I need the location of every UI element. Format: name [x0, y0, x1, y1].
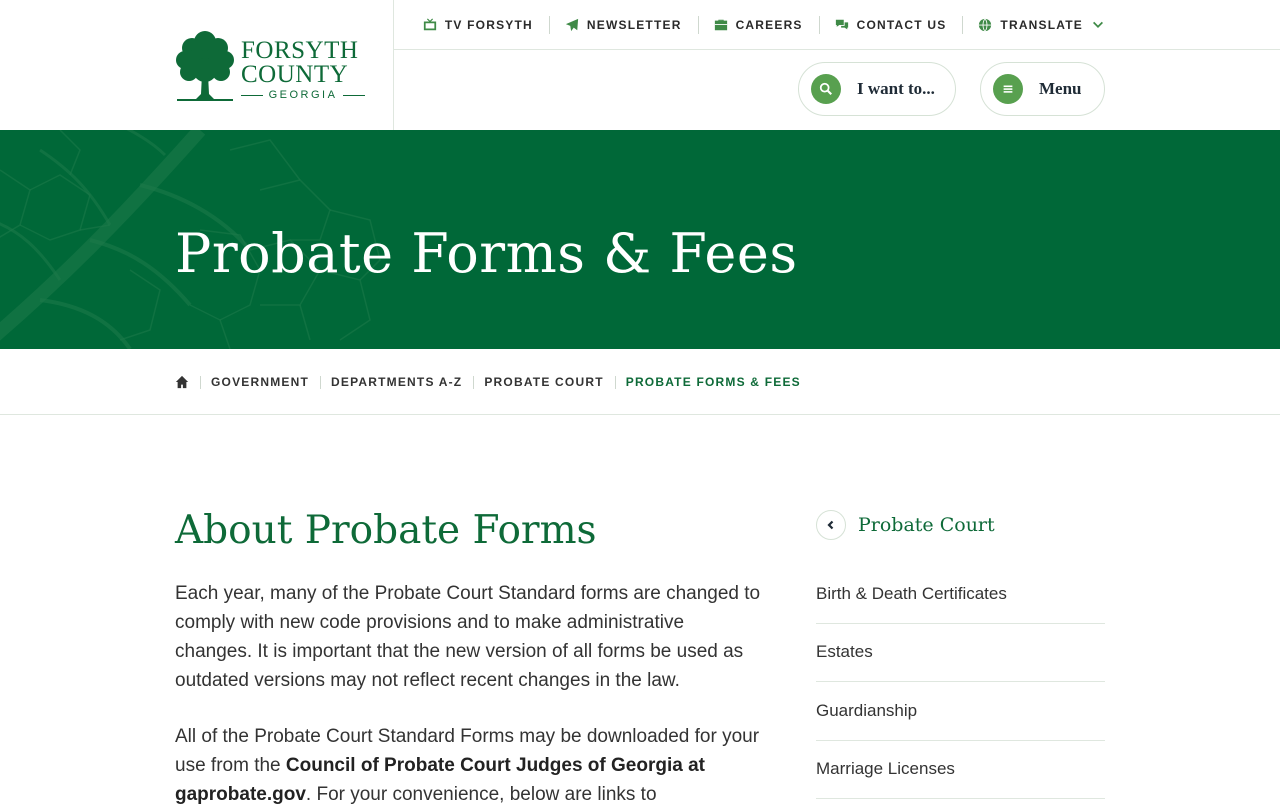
briefcase-icon: [714, 18, 728, 32]
utility-label: TRANSLATE: [1000, 18, 1083, 32]
logo-text-county: COUNTY: [241, 61, 349, 88]
hero-banner: Probate Forms & Fees: [0, 130, 1280, 349]
utility-label: TV FORSYTH: [444, 18, 533, 32]
back-button[interactable]: [816, 510, 846, 540]
home-icon: [175, 375, 189, 389]
page-title: Probate Forms & Fees: [175, 222, 798, 285]
globe-icon: [978, 18, 992, 32]
sidebar-title[interactable]: Probate Court: [858, 514, 995, 536]
breadcrumb-departments[interactable]: DEPARTMENTS A-Z: [320, 375, 473, 389]
sidebar-item-guardianship[interactable]: Guardianship: [816, 682, 1105, 741]
sidebar-item-birth-death-certificates[interactable]: Birth & Death Certificates: [816, 565, 1105, 624]
menu-label: Menu: [1039, 79, 1082, 98]
sidebar-item-estates[interactable]: Estates: [816, 624, 1105, 682]
utility-link-careers[interactable]: CAREERS: [697, 16, 819, 34]
sidebar-nav: Birth & Death Certificates Estates Guard…: [816, 565, 1105, 799]
menu-button[interactable]: Menu: [980, 62, 1105, 116]
hamburger-icon: [993, 74, 1023, 104]
utility-bar: TV FORSYTH NEWSLETTER CAREERS CONTACT US: [394, 0, 1280, 50]
logo-text-forsyth: FORSYTH: [241, 37, 359, 64]
section-heading: About Probate Forms: [175, 508, 597, 553]
chevron-left-icon: [827, 520, 834, 530]
sidebar-header: Probate Court: [816, 510, 995, 540]
chat-bubbles-icon: [835, 18, 849, 32]
utility-nav: TV FORSYTH NEWSLETTER CAREERS CONTACT US: [407, 0, 1105, 50]
utility-link-newsletter[interactable]: NEWSLETTER: [548, 16, 698, 34]
utility-label: CONTACT US: [856, 18, 947, 32]
utility-link-tv-forsyth[interactable]: TV FORSYTH: [407, 16, 549, 34]
sidebar-item-marriage-licenses[interactable]: Marriage Licenses: [816, 741, 1105, 799]
logo-area: FORSYTH COUNTY GEORGIA: [175, 0, 394, 130]
forsyth-county-logo[interactable]: FORSYTH COUNTY GEORGIA: [175, 28, 365, 102]
breadcrumb-list: GOVERNMENT DEPARTMENTS A-Z PROBATE COURT…: [175, 375, 812, 389]
breadcrumb: GOVERNMENT DEPARTMENTS A-Z PROBATE COURT…: [0, 349, 1280, 415]
paragraph-text: . For your convenience, below are links …: [305, 784, 657, 805]
logo-georgia-label: GEORGIA: [268, 89, 338, 101]
breadcrumb-current: PROBATE FORMS & FEES: [614, 375, 812, 389]
breadcrumb-probate-court[interactable]: PROBATE COURT: [473, 375, 614, 389]
i-want-to-label: I want to...: [857, 79, 935, 98]
intro-paragraph: Each year, many of the Probate Court Sta…: [175, 583, 761, 691]
logo-text-georgia: GEORGIA: [241, 89, 365, 101]
forms-paragraph: All of the Probate Court Standard Forms …: [175, 722, 765, 809]
logo-wordmark: FORSYTH COUNTY GEORGIA: [241, 38, 365, 101]
utility-translate-dropdown[interactable]: TRANSLATE: [962, 16, 1105, 34]
tree-logo-icon: [176, 31, 234, 101]
utility-label: CAREERS: [735, 18, 803, 32]
i-want-to-button[interactable]: I want to...: [798, 62, 956, 116]
site-header: FORSYTH COUNTY GEORGIA TV FORSYTH NEWSLE…: [0, 0, 1280, 130]
chevron-down-icon: [1091, 18, 1105, 32]
utility-label: NEWSLETTER: [586, 18, 682, 32]
breadcrumb-home[interactable]: [175, 375, 200, 389]
tv-icon: [423, 18, 437, 32]
paper-plane-icon: [565, 18, 579, 32]
breadcrumb-government[interactable]: GOVERNMENT: [200, 375, 320, 389]
search-icon: [811, 74, 841, 104]
utility-link-contact-us[interactable]: CONTACT US: [818, 16, 963, 34]
